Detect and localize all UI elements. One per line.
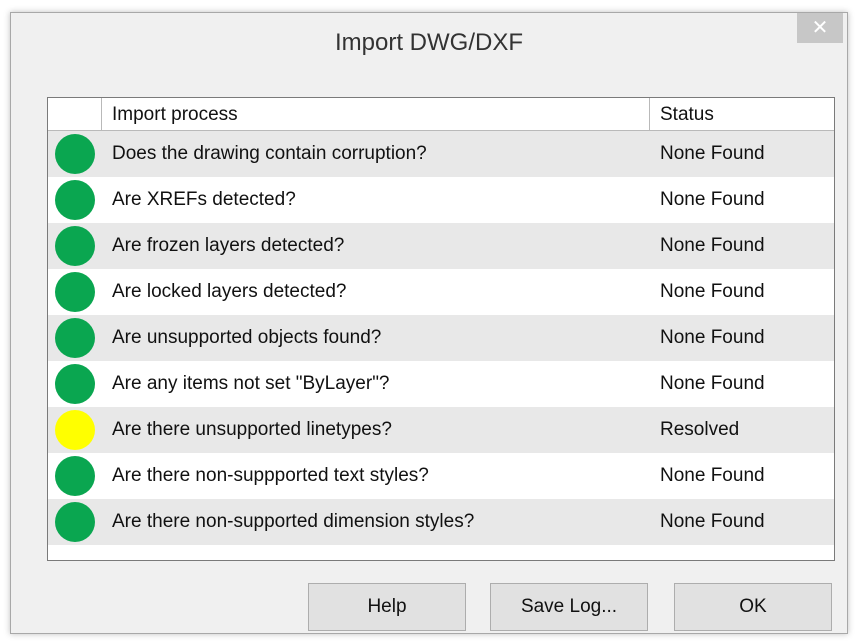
table-row[interactable]: Are unsupported objects found? None Found — [48, 315, 834, 361]
status-indicator-icon — [55, 134, 95, 174]
status-cell: None Found — [660, 511, 765, 532]
status-indicator-icon — [55, 226, 95, 266]
import-process-cell: Are XREFs detected? — [112, 189, 296, 210]
table-row[interactable]: Are locked layers detected? None Found — [48, 269, 834, 315]
dialog-title: Import DWG/DXF — [334, 29, 523, 56]
import-process-cell: Are there non-supported dimension styles… — [112, 511, 475, 532]
indicator-cell — [48, 456, 102, 496]
indicator-cell — [48, 502, 102, 542]
status-indicator-icon — [55, 318, 95, 358]
status-indicator-icon — [55, 272, 95, 312]
indicator-cell — [48, 226, 102, 266]
import-dialog: Import DWG/DXF ✕ Import process Status D… — [10, 12, 848, 634]
status-cell: None Found — [660, 143, 765, 164]
table-row[interactable]: Are there non-suppported text styles? Non… — [48, 453, 834, 499]
indicator-cell — [48, 180, 102, 220]
indicator-cell — [48, 410, 102, 450]
import-process-cell: Are any items not set "ByLayer"? — [112, 373, 390, 394]
import-process-cell: Does the drawing contain corruption? — [112, 143, 427, 164]
status-cell: Resolved — [660, 419, 740, 440]
table-row[interactable]: Are any items not set "ByLayer"? None Fou… — [48, 361, 834, 407]
close-icon[interactable]: ✕ — [797, 13, 843, 43]
column-header-import-process[interactable]: Import process — [102, 98, 650, 130]
title-bar: Import DWG/DXF ✕ — [11, 13, 847, 68]
indicator-cell — [48, 134, 102, 174]
table-row[interactable]: Are there non-supported dimension styles… — [48, 499, 834, 545]
table-row[interactable]: Are there unsupported linetypes? Resolved — [48, 407, 834, 453]
import-process-cell: Are frozen layers detected? — [112, 235, 345, 256]
indicator-cell — [48, 318, 102, 358]
status-indicator-icon — [55, 502, 95, 542]
table-header: Import process Status — [48, 98, 834, 131]
table-row[interactable]: Are XREFs detected? None Found — [48, 177, 834, 223]
indicator-cell — [48, 364, 102, 404]
import-process-table: Import process Status Does the drawing c… — [47, 97, 835, 561]
ok-button[interactable]: OK — [674, 583, 832, 631]
status-cell: None Found — [660, 327, 765, 348]
status-indicator-icon — [55, 410, 95, 450]
button-bar: Help Save Log... OK — [11, 583, 847, 633]
status-cell: None Found — [660, 465, 765, 486]
table-body: Does the drawing contain corruption? None… — [48, 131, 834, 545]
indicator-cell — [48, 272, 102, 312]
import-process-cell: Are unsupported objects found? — [112, 327, 382, 348]
import-process-cell: Are there non-suppported text styles? — [112, 465, 429, 486]
table-row[interactable]: Does the drawing contain corruption? None… — [48, 131, 834, 177]
status-cell: None Found — [660, 189, 765, 210]
help-button[interactable]: Help — [308, 583, 466, 631]
status-cell: None Found — [660, 281, 765, 302]
table-row[interactable]: Are frozen layers detected? None Found — [48, 223, 834, 269]
column-header-status[interactable]: Status — [650, 98, 834, 130]
status-indicator-icon — [55, 180, 95, 220]
import-process-cell: Are locked layers detected? — [112, 281, 347, 302]
status-cell: None Found — [660, 373, 765, 394]
status-cell: None Found — [660, 235, 765, 256]
save-log-button[interactable]: Save Log... — [490, 583, 648, 631]
status-indicator-icon — [55, 456, 95, 496]
import-process-cell: Are there unsupported linetypes? — [112, 419, 392, 440]
column-header-indicator[interactable] — [48, 98, 102, 130]
status-indicator-icon — [55, 364, 95, 404]
